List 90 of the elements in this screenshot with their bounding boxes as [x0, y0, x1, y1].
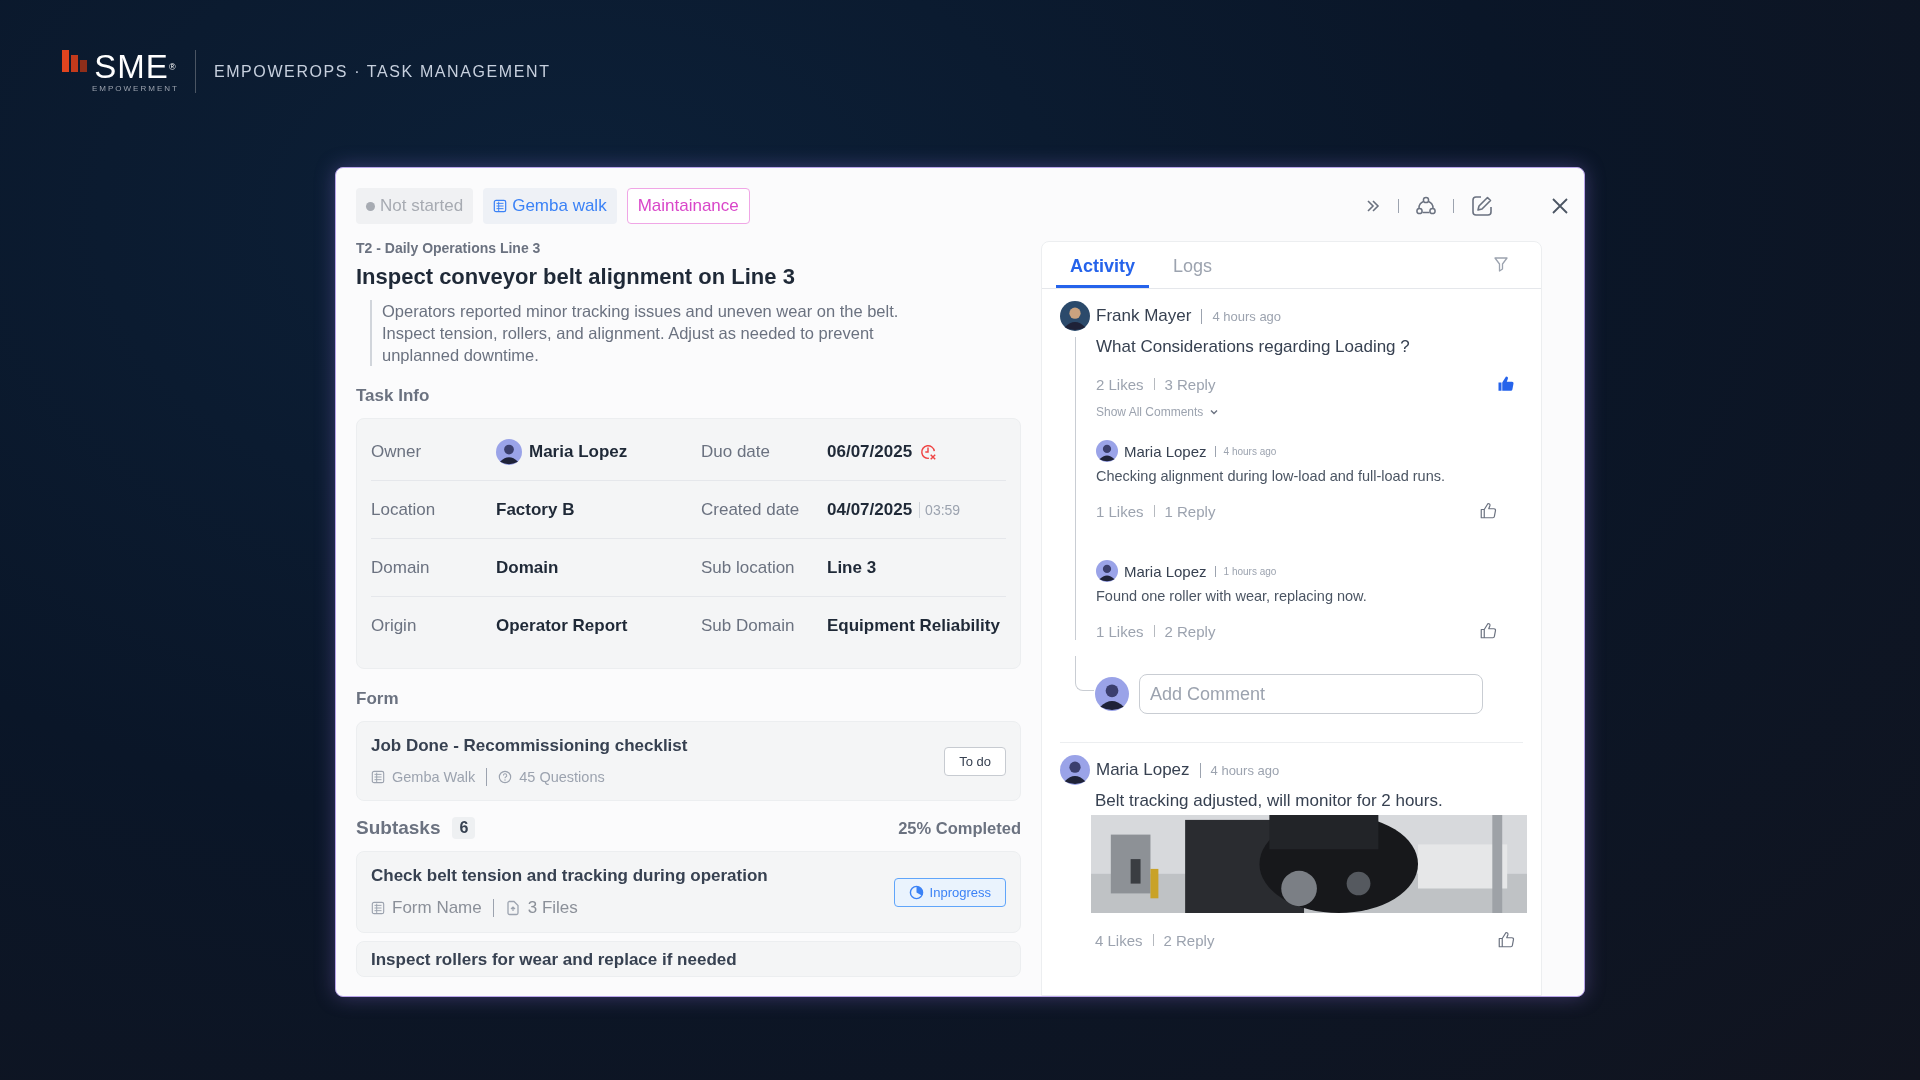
like-icon[interactable] — [1497, 375, 1515, 393]
tag: Maintainance — [626, 188, 750, 224]
timestamp: 4 hours ago — [1210, 762, 1280, 778]
comment-text: What Considerations regarding Loading ? — [1096, 337, 1411, 357]
breadcrumb: T2 - Daily Operations Line 3 — [356, 240, 542, 256]
form-icon — [493, 199, 508, 213]
avatar — [496, 438, 522, 465]
tab[interactable]: Activity — [1056, 256, 1150, 288]
timestamp: 1 hours ago — [1223, 565, 1277, 577]
likes-count[interactable]: 4 Likes — [1095, 931, 1143, 949]
brand-name: SME$^{®}$ — [94, 50, 177, 84]
form-title: Job Done - Recommissioning checklist — [371, 736, 688, 756]
file-count: 3 Files — [527, 898, 578, 918]
author-name: Frank Mayer — [1096, 306, 1192, 326]
field-value: Factory B — [496, 499, 575, 520]
section-heading: Subtasks — [356, 817, 441, 839]
close-icon[interactable] — [1550, 196, 1570, 216]
subtask-title: Inspect rollers for wear and replace if needed — [371, 950, 737, 970]
field-label: Location — [371, 499, 437, 520]
show-comments-toggle[interactable]: Show All Comments — [1096, 405, 1220, 419]
field-label: Duo date — [701, 441, 771, 462]
like-icon[interactable] — [1479, 622, 1497, 640]
comment-text: Found one roller with wear, replacing now. — [1096, 588, 1368, 604]
field-label: Origin — [371, 615, 418, 636]
field-value: 04/07/2025 — [827, 499, 913, 520]
reply-count[interactable]: 3 Reply — [1164, 375, 1216, 393]
question-icon — [498, 770, 513, 784]
field-label: Domain — [371, 557, 431, 578]
author-name: Maria Lopez — [1124, 562, 1207, 580]
field-value: Line 3 — [827, 557, 877, 578]
field-value: 06/07/2025 — [827, 441, 913, 462]
avatar — [1060, 755, 1090, 785]
subtask-count: 6 — [452, 817, 476, 839]
like-icon[interactable] — [1479, 502, 1497, 520]
form-icon — [371, 901, 385, 915]
likes-count[interactable]: 1 Likes — [1096, 622, 1144, 640]
comment-text: Checking alignment during low-load and full-load runs. — [1096, 468, 1446, 484]
field-label: Created date — [701, 499, 801, 520]
subtask-title: Check belt tension and tracking during operation — [371, 866, 768, 886]
edit-icon[interactable] — [1470, 194, 1494, 218]
status-dot-icon — [366, 201, 375, 211]
comment-text: Belt tracking adjusted, will monitor for 2 hours. — [1095, 791, 1444, 811]
created-time: 03:59 — [919, 501, 961, 518]
avatar — [1060, 301, 1090, 331]
chevron-down-icon — [1209, 407, 1220, 417]
progress-clock-icon — [908, 884, 924, 900]
bars-icon — [62, 50, 88, 72]
subtask-card[interactable]: Check belt tension and tracking during operation Form Name 3 Files Inprogress — [356, 851, 1021, 933]
status-button[interactable]: To do — [944, 746, 1006, 776]
field-value: Operator Report — [496, 615, 628, 636]
tag: Not started — [356, 188, 474, 224]
task-description: Operators reported minor tracking issues and uneven wear on the belt. Inspect tension, rollers, and alignment. Adjust as needed to prevent unplanned downtime. — [370, 300, 952, 366]
filter-icon[interactable] — [1493, 256, 1509, 272]
timestamp: 4 hours ago — [1223, 445, 1277, 457]
form-icon — [371, 770, 385, 784]
thread-connector-line — [1075, 656, 1094, 691]
section-heading: Form — [356, 689, 400, 709]
author-name: Maria Lopez — [1096, 760, 1190, 780]
field-label: Sub Domain — [701, 615, 796, 636]
author-name: Maria Lopez — [1124, 442, 1207, 460]
field-value: Maria Lopez — [529, 441, 628, 462]
likes-count[interactable]: 1 Likes — [1096, 502, 1144, 520]
avatar — [1096, 440, 1118, 462]
avatar — [1095, 677, 1129, 711]
task-title: Inspect conveyor belt alignment on Line 3 — [356, 264, 796, 290]
status-button[interactable]: Inprogress — [893, 877, 1006, 907]
timestamp: 4 hours ago — [1212, 308, 1282, 324]
form-name: Gemba Walk — [392, 769, 476, 785]
reply-count[interactable]: 2 Reply — [1163, 931, 1215, 949]
section-heading: Task Info — [356, 386, 431, 406]
comment-input[interactable]: Add Comment — [1139, 674, 1483, 714]
field-value: Equipment Reliability — [827, 615, 1000, 636]
question-count: 45 Questions — [519, 769, 605, 785]
field-label: Owner — [371, 441, 423, 462]
reply-count[interactable]: 1 Reply — [1164, 502, 1216, 520]
share-icon[interactable] — [1415, 195, 1437, 217]
field-label: Sub location — [701, 557, 796, 578]
progress-text: 25% Completed — [898, 818, 1021, 838]
file-icon — [504, 900, 521, 916]
form-name: Form Name — [392, 898, 482, 918]
like-icon[interactable] — [1497, 931, 1515, 949]
tag: Gemba walk — [483, 188, 617, 224]
reply-count[interactable]: 2 Reply — [1164, 622, 1216, 640]
brand-tagline: EMPOWERMENT — [92, 84, 179, 93]
likes-count[interactable]: 2 Likes — [1096, 375, 1144, 393]
field-value: Domain — [496, 557, 559, 578]
subtask-card[interactable]: Inspect rollers for wear and replace if needed — [356, 941, 1021, 977]
tab[interactable]: Logs — [1159, 256, 1227, 288]
avatar — [1096, 560, 1118, 582]
app-title: EMPOWEROPS · TASK MANAGEMENT — [213, 62, 551, 81]
